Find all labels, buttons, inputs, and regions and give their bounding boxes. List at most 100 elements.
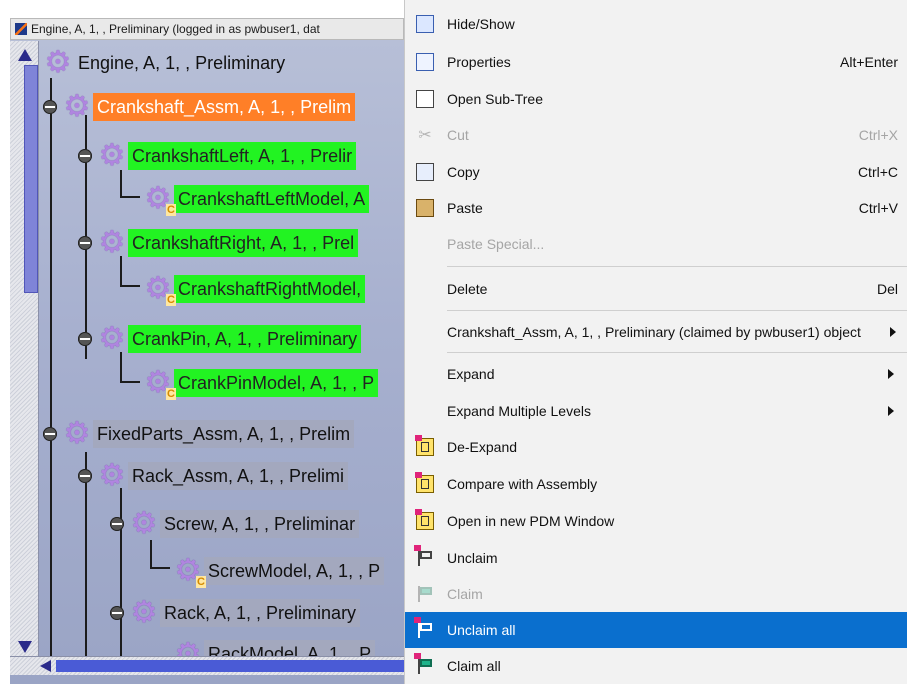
menu-item-label: Paste [447, 200, 483, 216]
collapse-toggle-icon[interactable] [110, 606, 124, 620]
tree-node[interactable]: ⚙ FixedParts_Assm, A, 1, , Prelim [43, 417, 355, 451]
assembly-gear-icon: ⚙ [63, 90, 91, 123]
collapse-toggle-icon[interactable] [78, 332, 92, 346]
tree-node[interactable]: ⚙ Crankshaft_Assm, A, 1, , Prelim [43, 90, 356, 124]
hide-show-icon [415, 14, 435, 34]
tree-node-label: CrankshaftLeft, A, 1, , Prelir [128, 142, 357, 170]
menu-item-de-expand[interactable]: De-Expand [405, 429, 907, 465]
vertical-scrollbar[interactable] [10, 41, 39, 656]
menu-item-copy[interactable]: Copy Ctrl+C [405, 154, 907, 190]
menu-item-properties[interactable]: Properties Alt+Enter [405, 44, 907, 80]
menu-item-claim[interactable]: Claim [405, 576, 907, 612]
tree-connector [150, 540, 152, 568]
compare-icon [415, 472, 435, 494]
tree-connector [50, 78, 52, 658]
tree-node[interactable]: ⚙ Screw, A, 1, , Preliminar [110, 507, 360, 541]
unclaim-flag-icon [414, 545, 435, 568]
menu-item-label: Copy [447, 164, 480, 180]
part-gear-icon: ⚙ [98, 226, 126, 259]
collapse-toggle-icon[interactable] [43, 427, 57, 441]
menu-item-label: Open in new PDM Window [447, 513, 615, 529]
menu-item-shortcut: Ctrl+V [858, 200, 898, 216]
menu-item-label: Claim all [447, 658, 501, 674]
tree-node[interactable]: ⚙ C ScrewModel, A, 1, , P [172, 554, 385, 588]
model-badge: C [166, 204, 176, 216]
tree-node[interactable]: ⚙ Rack, A, 1, , Preliminary [110, 596, 361, 630]
menu-item-shortcut: Alt+Enter [840, 54, 898, 70]
scissors-icon: ✂ [418, 127, 432, 144]
menu-item-compare-with-assembly[interactable]: Compare with Assembly [405, 466, 907, 502]
copy-icon [415, 162, 435, 182]
properties-icon [415, 52, 435, 72]
horizontal-scroll-thumb[interactable] [56, 660, 404, 672]
window-title-bar[interactable]: Engine, A, 1, , Preliminary (logged in a… [10, 18, 404, 40]
tree-node[interactable]: ⚙ C CrankshaftLeftModel, A [142, 182, 370, 216]
menu-item-expand[interactable]: Expand [405, 356, 907, 392]
submenu-arrow-icon [888, 369, 894, 379]
collapse-toggle-icon[interactable] [110, 517, 124, 531]
model-gear-icon: ⚙ C [144, 366, 176, 400]
subtree-icon [415, 89, 435, 109]
tree-node-label: CrankPin, A, 1, , Preliminary [128, 325, 362, 353]
tree-node-label: ScrewModel, A, 1, , P [204, 557, 385, 585]
tree-node[interactable]: ⚙ CrankshaftRight, A, 1, , Prel [78, 226, 359, 260]
tree-node-label: CrankPinModel, A, 1, , P [174, 369, 379, 397]
menu-item-paste-special[interactable]: Paste Special... [405, 226, 907, 262]
horizontal-scrollbar[interactable] [10, 656, 404, 675]
collapse-toggle-icon[interactable] [78, 236, 92, 250]
scroll-up-arrow-icon[interactable] [18, 49, 32, 61]
model-badge: C [166, 388, 176, 400]
tree-connector [120, 381, 140, 383]
collapse-toggle-icon[interactable] [78, 469, 92, 483]
menu-item-label: De-Expand [447, 439, 518, 455]
menu-item-shortcut: Del [876, 281, 898, 297]
tree-node[interactable]: ⚙ C CrankPinModel, A, 1, , P [142, 366, 379, 400]
tree-node[interactable]: ⚙ CrankPin, A, 1, , Preliminary [78, 322, 362, 356]
tree-node[interactable]: ⚙ Rack_Assm, A, 1, , Prelimi [78, 459, 349, 493]
menu-item-hide-show[interactable]: Hide/Show [405, 6, 907, 42]
scroll-left-arrow-icon[interactable] [40, 660, 51, 672]
menu-item-expand-multiple-levels[interactable]: Expand Multiple Levels [405, 393, 907, 429]
collapse-toggle-icon[interactable] [78, 149, 92, 163]
menu-item-label: Unclaim [447, 550, 498, 566]
assembly-gear-icon: ⚙ [44, 46, 72, 79]
menu-item-shortcut: Ctrl+C [857, 164, 898, 180]
claim-flag-icon [415, 584, 435, 604]
menu-item-open-sub-tree[interactable]: Open Sub-Tree [405, 81, 907, 117]
tree-node-label: CrankshaftLeftModel, A [174, 185, 370, 213]
menu-item-label: Cut [447, 127, 469, 143]
vertical-scroll-thumb[interactable] [24, 65, 38, 293]
tree-node[interactable]: ⚙ C CrankshaftRightModel, [142, 272, 366, 306]
tree-node-label: Crankshaft_Assm, A, 1, , Prelim [93, 93, 356, 121]
menu-item-label: Unclaim all [447, 622, 516, 638]
scroll-down-arrow-icon[interactable] [18, 641, 32, 653]
menu-item-label: Expand Multiple Levels [447, 403, 591, 419]
menu-separator [447, 352, 907, 353]
menu-item-unclaim[interactable]: Unclaim [405, 540, 907, 576]
submenu-arrow-icon [888, 406, 894, 416]
menu-item-cut[interactable]: ✂ Cut Ctrl+X [405, 117, 907, 153]
model-gear-icon: ⚙ C [144, 182, 176, 216]
menu-item-delete[interactable]: Delete Del [405, 271, 907, 307]
menu-item-label: Crankshaft_Assm, A, 1, , Preliminary (cl… [447, 324, 861, 340]
menu-item-claim-all[interactable]: Claim all [405, 648, 907, 684]
menu-item-unclaim-all[interactable]: Unclaim all [405, 612, 907, 648]
context-menu: Hide/Show Properties Alt+Enter Open Sub-… [404, 0, 907, 684]
tree-node[interactable]: ⚙ Engine, A, 1, , Preliminary [42, 46, 289, 80]
part-gear-icon: ⚙ [130, 596, 158, 629]
paste-icon [415, 198, 435, 218]
menu-item-paste[interactable]: Paste Ctrl+V [405, 190, 907, 226]
menu-item-open-in-new-pdm-window[interactable]: Open in new PDM Window [405, 503, 907, 539]
tree-node-label: CrankshaftRightModel, [174, 275, 366, 303]
collapse-toggle-icon[interactable] [43, 100, 57, 114]
tree-node-label: FixedParts_Assm, A, 1, , Prelim [93, 420, 355, 448]
tree-node[interactable]: ⚙ CrankshaftLeft, A, 1, , Prelir [78, 139, 357, 173]
menu-item-label: Open Sub-Tree [447, 91, 543, 107]
menu-item-object-submenu[interactable]: Crankshaft_Assm, A, 1, , Preliminary (cl… [405, 314, 907, 350]
menu-item-label: Hide/Show [447, 16, 515, 32]
model-gear-icon: ⚙ C [174, 554, 206, 588]
app-logo-icon [15, 23, 27, 35]
assembly-gear-icon: ⚙ [98, 459, 126, 492]
submenu-arrow-icon [890, 327, 896, 337]
tree-connector [120, 256, 122, 286]
